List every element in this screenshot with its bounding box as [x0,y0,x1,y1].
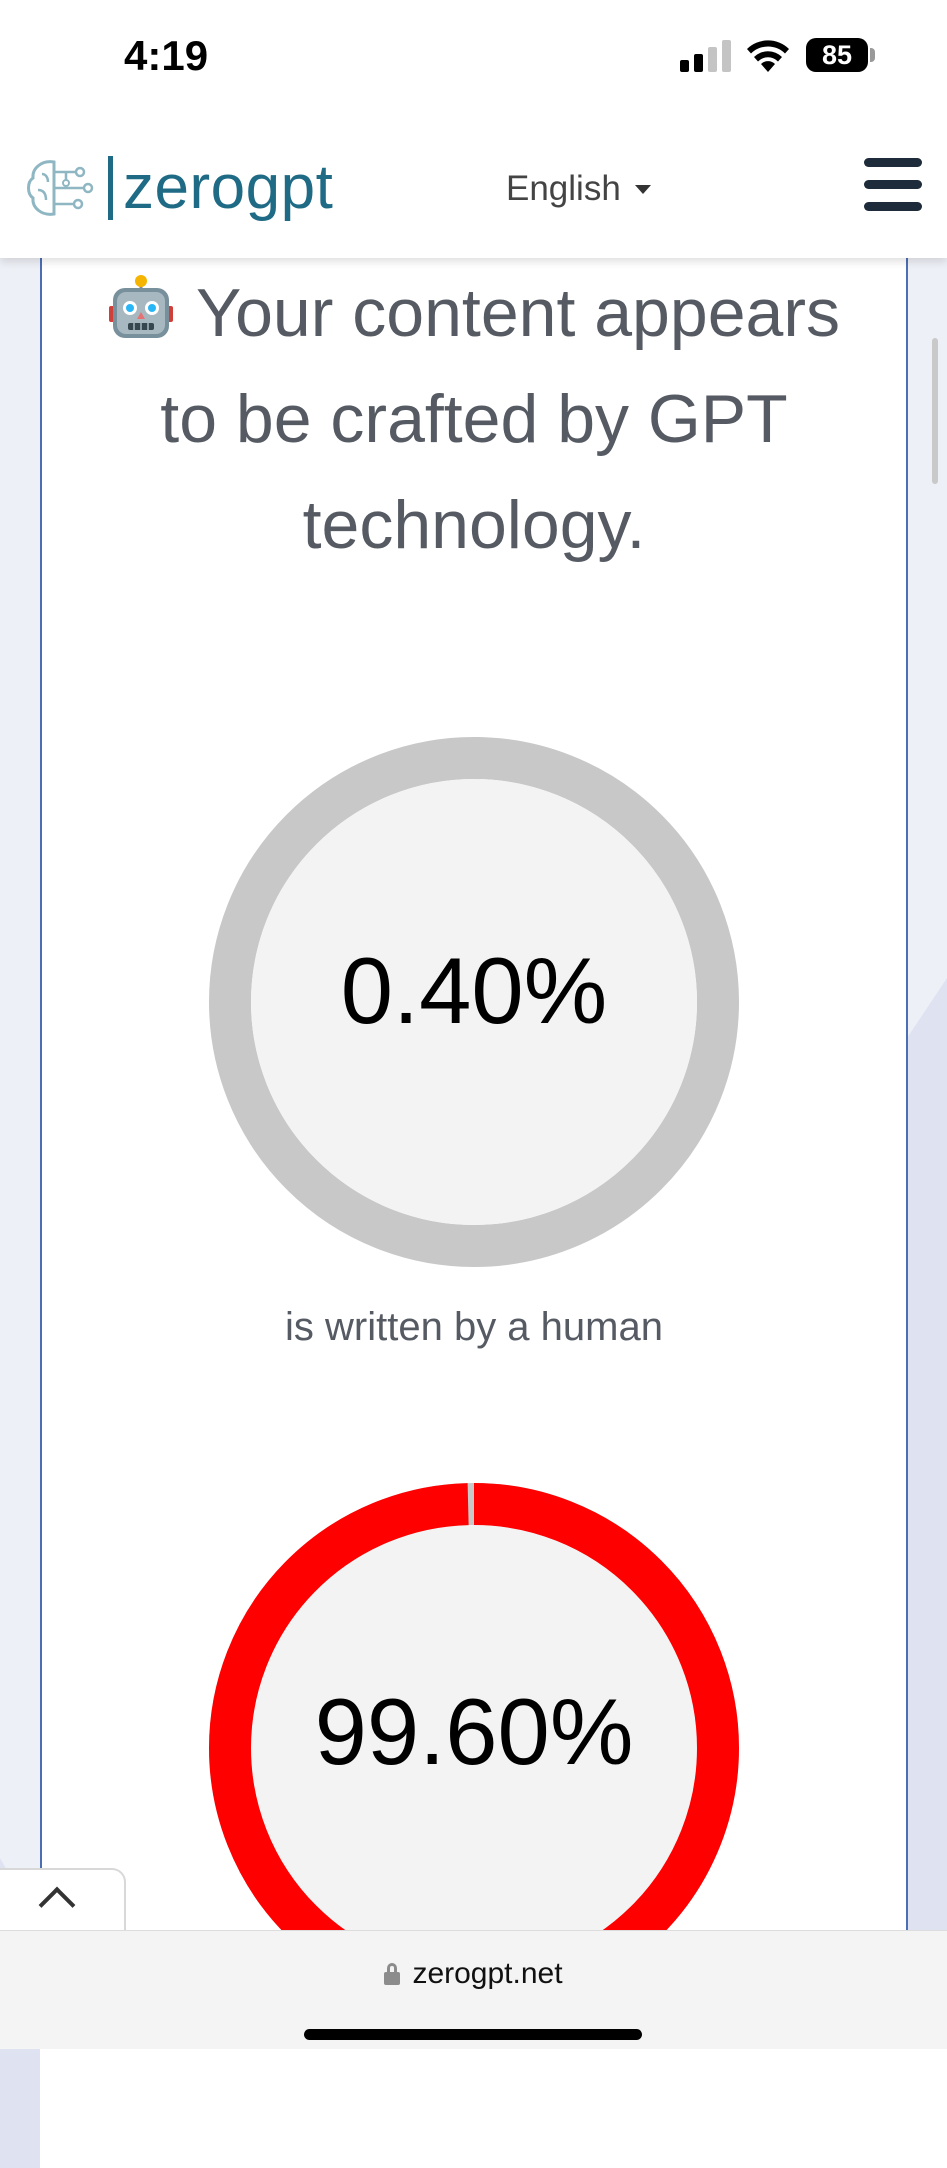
chevron-up-icon [38,1886,76,1924]
menu-bar-top [864,158,922,167]
url-text: zerogpt.net [412,1957,563,1990]
scrollbar-thumb[interactable] [932,338,938,484]
battery-icon: 85 [806,38,868,72]
logo-text: zerogpt [123,153,334,222]
verdict-text: Your content appears to be crafted by GP… [160,275,840,563]
background-shape-right [907,978,947,2018]
back-to-top-button[interactable] [0,1868,126,1934]
hamburger-menu-button[interactable] [864,158,922,212]
robot-face-icon [109,275,173,338]
url-display[interactable]: zerogpt.net [0,1957,947,1991]
battery-nub [870,48,875,62]
caret-down-icon [634,184,651,194]
verdict-heading: Your content appears to be crafted by GP… [102,260,846,578]
result-card: Your content appears to be crafted by GP… [40,240,908,2013]
language-selector[interactable]: English [506,164,651,214]
lock-icon [384,1963,401,1985]
status-time: 4:19 [124,32,209,79]
language-label: English [506,169,621,208]
site-header: zerogpt English [0,120,947,258]
wifi-icon [747,40,789,72]
menu-bar-middle [864,180,922,189]
zerogpt-logo[interactable]: zerogpt [24,146,333,230]
battery-level: 85 [821,40,853,70]
human-caption: is written by a human [285,1305,663,1349]
human-percentage-value: 0.40% [340,938,608,1043]
menu-bar-bottom [864,202,922,211]
brain-circuit-icon [27,160,94,216]
human-percentage-gauge: 0.40% [209,737,739,1267]
browser-address-bar: zerogpt.net [0,1930,947,2049]
home-indicator[interactable] [304,2029,642,2040]
status-bar: 4:19 85 [0,0,947,120]
logo-divider [108,156,113,220]
cellular-signal-icon [680,40,731,72]
